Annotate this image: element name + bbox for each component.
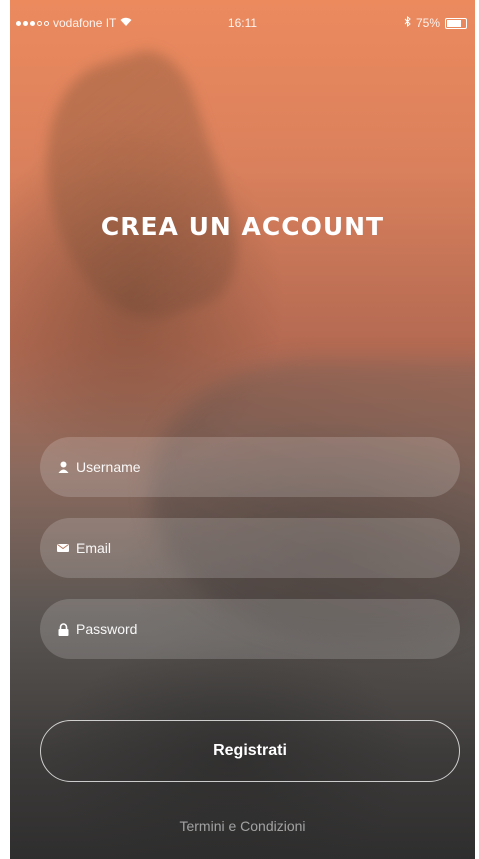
register-button[interactable]: Registrati: [40, 720, 460, 782]
mail-icon: [56, 544, 70, 552]
register-button-label: Registrati: [213, 742, 287, 759]
battery-icon: [445, 17, 467, 29]
battery-percent: 75%: [415, 16, 440, 30]
user-icon: [56, 461, 70, 473]
password-field[interactable]: Password: [40, 599, 460, 659]
password-placeholder: Password: [76, 621, 138, 637]
terms-link[interactable]: Termini e Condizioni: [10, 818, 475, 834]
background-photo-snout: [150, 360, 475, 640]
bluetooth-icon: [404, 15, 411, 30]
page-title: CREA UN ACCOUNT: [100, 212, 385, 241]
status-right: 75%: [404, 15, 467, 30]
status-bar: vodafone IT 16:11 75%: [10, 0, 475, 40]
lock-icon: [56, 622, 70, 636]
battery-level-fill: [447, 19, 461, 27]
email-placeholder: Email: [76, 540, 112, 556]
username-placeholder: Username: [76, 459, 141, 475]
email-field[interactable]: Email: [40, 518, 460, 578]
username-field[interactable]: Username: [40, 437, 460, 497]
signup-screen: vodafone IT 16:11 75% CREA UN ACCOUNT Us…: [10, 0, 475, 859]
background-photo-ear: [13, 40, 257, 340]
